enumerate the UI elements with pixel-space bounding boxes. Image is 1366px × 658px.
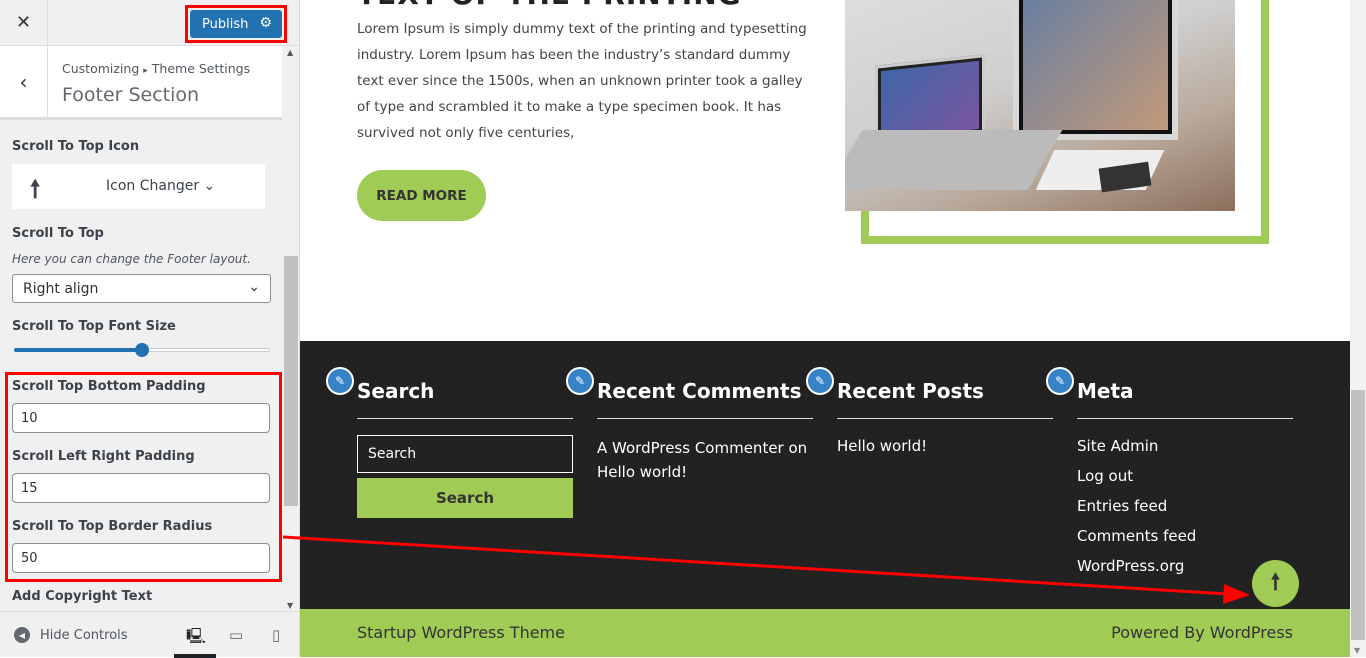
scroll-top-label: Scroll To Top [12,226,104,241]
section-header: ‹ Customizing ▸ Theme Settings Footer Se… [0,46,282,120]
customizer-footer: ◀ Hide Controls 🖳 ▭ ▯ [0,611,299,658]
chevron-down-icon: ⌄ [203,178,216,194]
mobile-icon[interactable]: ▯ [272,626,280,644]
font-size-slider[interactable] [14,343,270,357]
lr-padding-input[interactable]: 15 [12,473,270,503]
collapse-icon: ◀ [14,627,30,643]
icon-changer[interactable]: 🠕 Icon Changer ⌄ [12,164,265,209]
meta-link[interactable]: Comments feed [1077,521,1196,551]
meta-link[interactable]: Log out [1077,461,1196,491]
lr-padding-label: Scroll Left Right Padding [12,449,195,464]
edit-pencil-icon[interactable]: ✎ [806,367,834,395]
scroll-top-icon-label: Scroll To Top Icon [12,139,140,154]
arrow-up-icon: 🠕 [1270,569,1281,595]
workspace-photo [845,0,1235,211]
slider-handle[interactable] [135,343,149,357]
customizer-header: ✕ Publish ⚙ [0,0,299,46]
powered-by: Powered By WordPress [1111,623,1293,642]
customizer-panel: ✕ Publish ⚙ ‹ Customizing ▸ Theme Setting… [0,0,300,658]
arrow-up-icon: 🠕 [30,175,41,203]
close-icon[interactable]: ✕ [0,0,48,45]
chevron-down-icon: ⌄ [248,279,260,295]
bottom-padding-label: Scroll Top Bottom Padding [12,379,206,394]
desktop-icon[interactable]: 🖳 [186,626,206,651]
meta-link[interactable]: WordPress.org [1077,551,1196,581]
hide-controls-button[interactable]: ◀ Hide Controls [14,627,128,643]
post-link[interactable]: Hello world! [837,431,927,461]
border-radius-input[interactable]: 50 [12,543,270,573]
site-preview: TEXT OF THE PRINTING Lorem Ipsum is simp… [300,0,1350,657]
theme-credit: Startup WordPress Theme [357,623,565,642]
bottom-padding-input[interactable]: 10 [12,403,270,433]
post-excerpt: Lorem Ipsum is simply dummy text of the … [357,21,807,141]
comment-link[interactable]: A WordPress Commenter on Hello world! [597,436,813,484]
panel-scrollbar[interactable]: ▲ ▼ [284,46,298,610]
copyright-label: Add Copyright Text [12,589,153,604]
copyright-bar: Startup WordPress Theme Powered By WordP… [300,609,1350,657]
scroll-to-top-button[interactable]: 🠕 [1252,560,1299,607]
edit-pencil-icon[interactable]: ✎ [326,367,354,395]
font-size-label: Scroll To Top Font Size [12,319,176,334]
preview-scrollbar[interactable]: ▼ [1350,0,1366,657]
meta-link[interactable]: Entries feed [1077,491,1196,521]
edit-pencil-icon[interactable]: ✎ [566,367,594,395]
post-heading: TEXT OF THE PRINTING [357,0,742,11]
search-input[interactable]: Search [357,435,573,473]
border-radius-label: Scroll To Top Border Radius [12,519,213,534]
edit-pencil-icon[interactable]: ✎ [1046,367,1074,395]
breadcrumb: Customizing ▸ Theme Settings [62,61,251,76]
read-more-button[interactable]: READ MORE [357,170,486,221]
meta-link[interactable]: Site Admin [1077,431,1196,461]
gear-icon[interactable]: ⚙ [259,15,272,31]
annotation-highlight: Publish ⚙ [185,5,287,43]
tablet-icon[interactable]: ▭ [229,626,243,644]
publish-button[interactable]: Publish ⚙ [190,10,282,38]
page-title: Footer Section [62,84,200,106]
back-icon[interactable]: ‹ [0,46,48,118]
site-footer: ✎ Search Search Search ✎ Recent Comments… [300,341,1350,609]
scroll-top-description: Here you can change the Footer layout. [12,252,251,266]
scroll-top-align-select[interactable]: Right align ⌄ [12,274,271,303]
search-button[interactable]: Search [357,478,573,518]
